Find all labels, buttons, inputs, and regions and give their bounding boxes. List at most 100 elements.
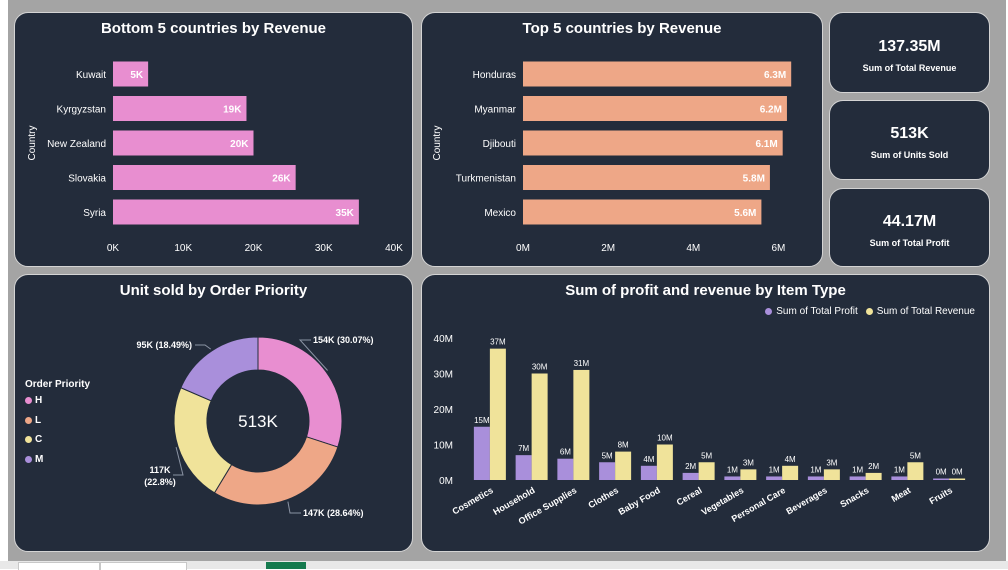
data-label: 6.3M (764, 70, 786, 81)
data-label: 6.2M (760, 105, 782, 116)
kpi-value: 513K (890, 125, 929, 142)
kpi-label: Sum of Total Profit (869, 238, 950, 248)
bar-revenue (782, 465, 799, 480)
data-label: 30M (532, 363, 548, 372)
bottom-5-chart-card[interactable]: Bottom 5 countries by Revenue Kuwait 5K Ky… (14, 12, 413, 267)
kpi-card-total-profit[interactable]: 44.17M Sum of Total Profit (829, 188, 990, 267)
bar-profit (891, 476, 908, 480)
y-tick-label: 10M (434, 441, 453, 452)
data-label: 37M (490, 338, 506, 347)
bar-profit (933, 478, 950, 480)
y-axis-title: Country (27, 125, 38, 160)
active-page-tab[interactable] (266, 562, 306, 569)
category-label: Kyrgyzstan (57, 105, 106, 116)
x-tick-label: Baby Food (617, 485, 662, 517)
bar-profit (640, 465, 657, 480)
order-priority-donut-chart: 154K (30.07%) 147K (28.64%) 117K (22.8%) 95K… (136, 335, 374, 518)
y-tick-label: 40M (434, 334, 453, 345)
top-5-bar-chart: Honduras 6.3M Myanmar 6.2M Djibouti 6.1M Turkm… (432, 61, 792, 254)
y-tick-label: 30M (434, 370, 453, 381)
data-label: 35K (336, 208, 355, 219)
data-label: 15M (474, 416, 490, 425)
bar-revenue (531, 373, 548, 480)
bar (523, 61, 792, 87)
donut-slice (173, 387, 233, 494)
bar (523, 130, 783, 156)
x-tick-label: Cereal (675, 485, 704, 507)
slice-label: 154K (30.07%) (313, 335, 374, 345)
x-tick-label: 20K (245, 243, 263, 254)
data-label: 19K (223, 105, 242, 116)
x-tick-label: Cosmetics (450, 485, 494, 516)
data-label: 20K (230, 139, 249, 150)
kpi-label: Sum of Units Sold (870, 150, 949, 160)
bar (523, 199, 762, 225)
slice-label: 147K (28.64%) (303, 508, 364, 518)
bar-profit (682, 472, 699, 480)
x-tick-label: 2M (601, 243, 615, 254)
leader-line (287, 501, 301, 514)
donut-slice (213, 436, 339, 506)
data-label: 1M (727, 465, 738, 474)
bar-profit (724, 476, 741, 480)
category-label: Slovakia (68, 174, 106, 185)
data-label: 5.6M (734, 208, 756, 219)
bar-revenue (907, 462, 924, 480)
category-label: Kuwait (76, 70, 106, 81)
data-label: 5K (130, 70, 144, 81)
donut-slice (180, 336, 259, 402)
bar-revenue (698, 462, 715, 480)
bottom-5-bar-chart: Kuwait 5K Kyrgyzstan 19K New Zealand 20K Slova… (27, 61, 403, 254)
category-label: Djibouti (483, 139, 516, 150)
kpi-card-units-sold[interactable]: 513K Sum of Units Sold (829, 100, 990, 180)
bar (523, 165, 770, 190)
bar-revenue (865, 472, 882, 480)
data-label: 7M (518, 444, 529, 453)
data-label: 5.8M (743, 174, 765, 185)
kpi-value: 44.17M (882, 213, 937, 230)
x-tick-label: 6M (771, 243, 785, 254)
bar (113, 165, 296, 190)
data-label: 8M (618, 441, 629, 450)
x-tick-label: Beverages (784, 485, 828, 516)
y-tick-label: 0M (439, 476, 453, 487)
item-type-chart-card[interactable]: Sum of profit and revenue by Item Type S… (421, 274, 990, 552)
data-label: 2M (868, 462, 879, 471)
data-label: 1M (852, 465, 863, 474)
bar-revenue (823, 469, 840, 480)
bar-revenue (615, 451, 632, 480)
x-tick-label: Clothes (587, 485, 621, 510)
data-label: 3M (826, 458, 837, 467)
data-label: 1M (894, 465, 905, 474)
data-label: 5M (910, 451, 921, 460)
bar-profit (849, 476, 866, 480)
x-tick-label: Meat (890, 485, 913, 504)
category-label: Myanmar (474, 105, 516, 116)
x-tick-label: 40K (385, 243, 403, 254)
bar-profit (766, 476, 783, 480)
bar-profit (599, 462, 616, 480)
slice-label: 117K (149, 465, 171, 475)
bar (113, 199, 359, 225)
top-5-chart-card[interactable]: Top 5 countries by Revenue Honduras 6.3M M… (421, 12, 823, 267)
bar (523, 96, 787, 121)
x-tick-label: 0M (516, 243, 530, 254)
category-label: New Zealand (47, 139, 106, 150)
bar-revenue (573, 369, 590, 480)
item-type-clustered-bar-chart: 0M10M20M30M40M15M37MCosmetics7M30MHouseh… (434, 334, 966, 526)
kpi-value: 137.35M (878, 38, 941, 55)
slice-label: (22.8%) (144, 477, 176, 487)
category-label: Mexico (484, 208, 516, 219)
x-tick-label: Fruits (927, 485, 954, 506)
kpi-card-total-revenue[interactable]: 137.35M Sum of Total Revenue (829, 12, 990, 93)
x-tick-label: 4M (686, 243, 700, 254)
data-label: 3M (743, 458, 754, 467)
bar-profit (473, 426, 490, 480)
order-priority-chart-card[interactable]: Unit sold by Order Priority Order Priori… (14, 274, 413, 552)
bar-revenue (489, 348, 506, 480)
bar-revenue (656, 444, 673, 480)
data-label: 5M (701, 451, 712, 460)
y-tick-label: 20M (434, 405, 453, 416)
bar-profit (807, 476, 824, 480)
data-label: 10M (657, 434, 673, 443)
